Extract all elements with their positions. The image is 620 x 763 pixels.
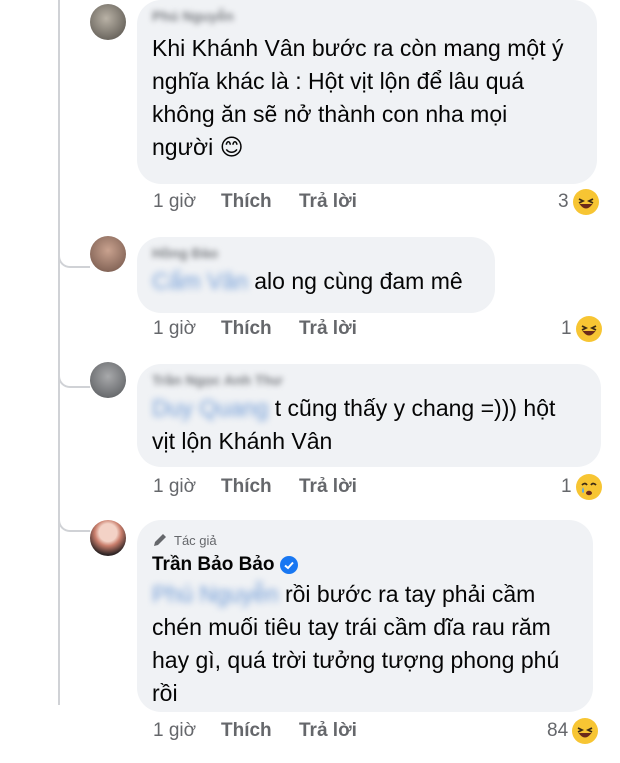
comment-text: Khi Khánh Vân bước ra còn mang một ý ngh… <box>152 35 564 160</box>
like-button[interactable]: Thích <box>221 476 299 498</box>
comment-bubble: Tác giả Trần Bảo Bảo Phú Nguyễn rồi bước… <box>137 520 593 712</box>
reaction-count: 3 <box>558 191 569 212</box>
reply-button[interactable]: Trả lời <box>299 318 357 340</box>
comment-author[interactable]: Hồng Đào <box>152 245 218 261</box>
like-button[interactable]: Thích <box>221 191 299 213</box>
crying-laughing-emoji-icon <box>575 474 602 500</box>
author-badge: Tác giả <box>152 532 579 548</box>
comment-text: Cẩm Vân alo ng cùng đam mê <box>152 265 481 298</box>
thread-line <box>58 0 60 705</box>
reaction-summary[interactable]: 3 <box>558 189 599 215</box>
mention-link[interactable]: Duy Quang <box>152 392 268 425</box>
reaction-summary[interactable]: 1 <box>561 316 602 342</box>
pencil-icon <box>154 534 166 546</box>
avatar[interactable] <box>90 236 126 272</box>
reply-button[interactable]: Trả lời <box>299 720 357 742</box>
comment-bubble: Hồng Đào Cẩm Vân alo ng cùng đam mê <box>137 237 495 313</box>
reaction-summary[interactable]: 1 <box>561 474 602 500</box>
comment-actions: 1 giờ Thích Trả lời <box>153 191 357 213</box>
comment-author[interactable]: Trần Bảo Bảo <box>152 554 274 576</box>
reaction-count: 1 <box>561 476 572 497</box>
laughing-emoji-icon <box>575 316 602 342</box>
reaction-count: 1 <box>561 318 572 339</box>
timestamp[interactable]: 1 giờ <box>153 191 221 213</box>
laughing-emoji-icon <box>572 718 599 744</box>
reaction-summary[interactable]: 84 <box>547 718 599 744</box>
comment-text: Duy Quang t cũng thấy y chang =))) hột v… <box>152 392 587 458</box>
comment-actions: 1 giờ Thích Trả lời <box>153 720 357 742</box>
timestamp[interactable]: 1 giờ <box>153 476 221 498</box>
avatar[interactable] <box>90 362 126 398</box>
comment-actions: 1 giờ Thích Trả lời <box>153 318 357 340</box>
timestamp[interactable]: 1 giờ <box>153 318 221 340</box>
avatar[interactable] <box>90 520 126 556</box>
reply-button[interactable]: Trả lời <box>299 191 357 213</box>
avatar[interactable] <box>90 4 126 40</box>
timestamp[interactable]: 1 giờ <box>153 720 221 742</box>
reaction-count: 84 <box>547 720 569 741</box>
like-button[interactable]: Thích <box>221 720 299 742</box>
verified-badge-icon <box>280 556 299 574</box>
comment-author[interactable]: Phú Nguyễn <box>152 8 234 24</box>
laughing-emoji-icon <box>572 189 599 215</box>
comment-bubble: Phú Nguyễn Khi Khánh Vân bước ra còn man… <box>137 0 597 184</box>
mention-link[interactable]: Phú Nguyễn <box>152 578 279 611</box>
comment-actions: 1 giờ Thích Trả lời <box>153 476 357 498</box>
comment-bubble: Trần Ngọc Anh Thư Duy Quang t cũng thấy … <box>137 364 601 467</box>
like-button[interactable]: Thích <box>221 318 299 340</box>
comment-text: Phú Nguyễn rồi bước ra tay phải cầm chén… <box>152 578 579 710</box>
mention-link[interactable]: Cẩm Vân <box>152 265 248 298</box>
reply-button[interactable]: Trả lời <box>299 476 357 498</box>
comment-author[interactable]: Trần Ngọc Anh Thư <box>152 372 282 388</box>
